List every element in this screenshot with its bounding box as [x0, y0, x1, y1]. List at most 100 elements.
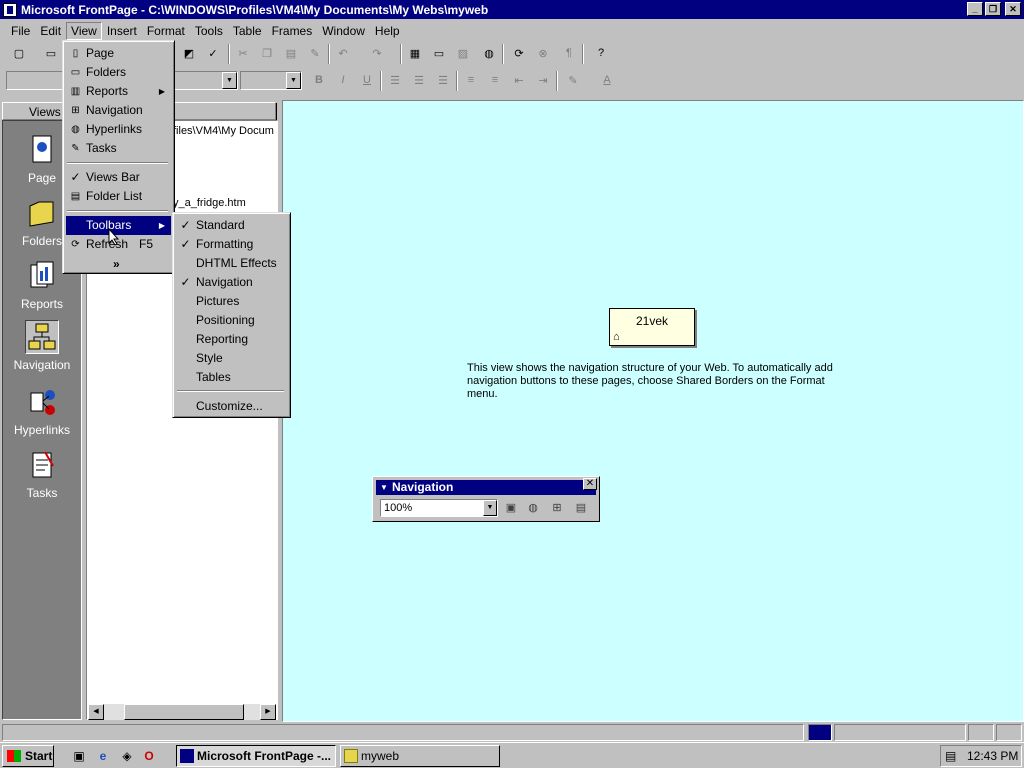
paste-icon[interactable]: ▤	[280, 42, 302, 64]
close-icon[interactable]: ✕	[583, 478, 597, 490]
toolbars-positioning[interactable]: Positioning	[176, 311, 287, 330]
clock[interactable]: 12:43 PM	[967, 746, 1018, 766]
menu-insert[interactable]: Insert	[102, 22, 142, 40]
italic-icon[interactable]: I	[332, 69, 354, 91]
menu-window[interactable]: Window	[317, 22, 370, 40]
internet-explorer-icon[interactable]: e	[94, 747, 112, 765]
view-menu-hyperlinks[interactable]: ◍ Hyperlinks	[66, 120, 171, 139]
highlight-color-icon[interactable]: ✎	[562, 69, 584, 91]
toolbars-reporting[interactable]: Reporting	[176, 330, 287, 349]
toolbars-dhtml-effects[interactable]: DHTML Effects	[176, 254, 287, 273]
help-icon[interactable]: ?	[590, 42, 612, 64]
view-menu-folder-list[interactable]: ▤ Folder List	[66, 187, 171, 206]
hyperlink-icon[interactable]: ◍	[478, 42, 500, 64]
view-menu-page[interactable]: ▯ Page	[66, 44, 171, 63]
chevron-down-icon: ▼	[286, 72, 301, 89]
restore-button[interactable]: ❐	[985, 2, 1001, 16]
toolbars-pictures[interactable]: Pictures	[176, 292, 287, 311]
insert-table-icon[interactable]: ▭	[428, 42, 450, 64]
external-hyperlink-icon[interactable]: ◍	[523, 499, 543, 517]
bold-icon[interactable]: B	[308, 69, 330, 91]
view-subtree-icon[interactable]: ⊞	[547, 499, 567, 517]
start-button[interactable]: Start	[2, 745, 54, 767]
view-tasks[interactable]: Tasks	[3, 448, 81, 500]
chevron-down-icon[interactable]: ▼	[483, 500, 497, 516]
refresh-icon[interactable]: ⟳	[508, 42, 530, 64]
file-item[interactable]: y_a_fridge.htm	[173, 197, 246, 209]
horizontal-scrollbar[interactable]: ◀ ▶	[88, 704, 276, 720]
task-frontpage[interactable]: Microsoft FrontPage -...	[176, 745, 336, 767]
scroll-left-icon[interactable]: ◀	[88, 704, 104, 720]
included-in-navbars-icon[interactable]: ▤	[571, 499, 591, 517]
new-page-icon[interactable]: ▢	[8, 42, 30, 64]
folder-icon	[25, 196, 59, 230]
menu-table[interactable]: Table	[228, 22, 267, 40]
menu-tools[interactable]: Tools	[190, 22, 228, 40]
navigation-workspace[interactable]	[282, 100, 1024, 722]
folder-path[interactable]: files\VM4\My Docum	[173, 125, 274, 137]
redo-icon[interactable]: ↷	[366, 42, 388, 64]
opera-icon[interactable]: O	[140, 747, 158, 765]
task-myweb[interactable]: myweb	[340, 745, 500, 767]
expand-menu-chevron-icon[interactable]: »	[66, 255, 171, 274]
navigation-help-text: This view shows the navigation structure…	[467, 362, 833, 400]
increase-indent-icon[interactable]: ⇥	[532, 69, 554, 91]
close-button[interactable]: ✕	[1005, 2, 1021, 16]
navigation-toolbar-title[interactable]: ▼ Navigation	[376, 480, 596, 495]
menu-file[interactable]: File	[6, 22, 35, 40]
web-component-icon[interactable]: ▦	[404, 42, 426, 64]
portrait-landscape-icon[interactable]: ▣	[501, 499, 521, 517]
toolbars-tables[interactable]: Tables	[176, 368, 287, 387]
toolbars-style[interactable]: Style	[176, 349, 287, 368]
stop-icon[interactable]: ⊗	[532, 42, 554, 64]
menu-view[interactable]: View	[66, 21, 102, 40]
view-menu-folders[interactable]: ▭ Folders	[66, 63, 171, 82]
status-pane	[834, 724, 966, 741]
toolbar-menu-icon[interactable]: ▼	[380, 480, 388, 495]
hyperlinks-icon: ◍	[71, 124, 80, 135]
open-icon[interactable]: ▭	[40, 42, 62, 64]
numbering-icon[interactable]: ≡	[460, 69, 482, 91]
spelling-icon[interactable]: ✓	[202, 42, 224, 64]
menu-help[interactable]: Help	[370, 22, 405, 40]
show-desktop-icon[interactable]: ▣	[70, 747, 88, 765]
preview-icon[interactable]: ◩	[178, 42, 200, 64]
font-size-combo[interactable]: ▼	[240, 71, 302, 90]
toolbars-navigation[interactable]: ✓ Navigation	[176, 273, 287, 292]
view-menu-navigation[interactable]: ⊞ Navigation	[66, 101, 171, 120]
node-label: 21vek	[635, 314, 669, 328]
align-center-icon[interactable]: ☰	[408, 69, 430, 91]
bullets-icon[interactable]: ≡	[484, 69, 506, 91]
zoom-select[interactable]: 100% ▼	[380, 499, 498, 517]
cut-icon[interactable]: ✂	[232, 42, 254, 64]
scrollbar-thumb[interactable]	[124, 704, 244, 720]
view-menu-reports[interactable]: ▥ Reports ▶	[66, 82, 171, 101]
menu-frames[interactable]: Frames	[267, 22, 318, 40]
windows-logo-icon	[7, 750, 21, 762]
view-hyperlinks[interactable]: Hyperlinks	[3, 385, 81, 437]
scheduler-icon[interactable]: ▤	[945, 746, 956, 766]
navigation-page-node[interactable]: 21vek ⌂	[609, 308, 695, 346]
underline-icon[interactable]: U	[356, 69, 378, 91]
copy-icon[interactable]: ❐	[256, 42, 278, 64]
font-color-icon[interactable]: A	[596, 69, 618, 91]
menu-format[interactable]: Format	[142, 22, 190, 40]
toolbars-formatting[interactable]: ✓ Formatting	[176, 235, 287, 254]
view-menu-views-bar[interactable]: ✓ Views Bar	[66, 168, 171, 187]
channels-icon[interactable]: ◈	[118, 747, 136, 765]
view-navigation[interactable]: Navigation	[3, 320, 81, 372]
align-right-icon[interactable]: ☰	[432, 69, 454, 91]
align-left-icon[interactable]: ☰	[384, 69, 406, 91]
minimize-button[interactable]: _	[967, 2, 983, 16]
show-all-icon[interactable]: ¶	[558, 42, 580, 64]
menu-edit[interactable]: Edit	[35, 22, 66, 40]
undo-icon[interactable]: ↶	[332, 42, 354, 64]
scroll-right-icon[interactable]: ▶	[260, 704, 276, 720]
view-menu-tasks[interactable]: ✎ Tasks	[66, 139, 171, 158]
navigation-toolbar: ▼ Navigation ✕ 100% ▼ ▣ ◍ ⊞ ▤	[372, 476, 600, 522]
toolbars-customize[interactable]: Customize...	[176, 397, 287, 416]
insert-picture-icon[interactable]: ▨	[452, 42, 474, 64]
decrease-indent-icon[interactable]: ⇤	[508, 69, 530, 91]
format-painter-icon[interactable]: ✎	[304, 42, 326, 64]
toolbars-standard[interactable]: ✓ Standard	[176, 216, 287, 235]
